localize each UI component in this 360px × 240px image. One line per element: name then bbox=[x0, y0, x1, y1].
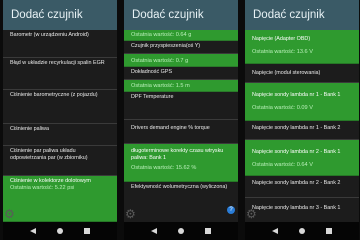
recent-apps-icon[interactable] bbox=[205, 228, 212, 234]
sensor-item-selected[interactable]: Ostatnia wartość: 0.7 g bbox=[124, 54, 238, 67]
sensor-label: Napięcie sondy lambda nr 1 - Bank 1 bbox=[252, 92, 341, 98]
sensor-item[interactable]: Czujnik przyspieszenia(oś Y) bbox=[124, 41, 238, 54]
sensor-label: Napięcie sondy lambda nr 2 - Bank 2 bbox=[252, 180, 341, 186]
screen-2: Dodać czujnik Ostatnia wartość: 0.64 g C… bbox=[124, 0, 238, 240]
sensor-label: Błąd w układzie recyrkulacji spalin EGR bbox=[10, 60, 105, 66]
sensor-last-value: Ostatnia wartość: 13.6 V bbox=[252, 48, 313, 55]
sensor-item[interactable]: Napięcie (moduł sterowania) bbox=[245, 64, 359, 83]
sensor-item[interactable]: Błąd w układzie recyrkulacji spalin EGR bbox=[3, 58, 117, 90]
sensor-last-value: Ostatnia wartość: 0.64 g bbox=[131, 32, 192, 38]
sensor-label: Efektywność wolumetryczna (wyliczona) bbox=[131, 184, 228, 190]
screen-1: Dodać czujnik Barometr (w urządzeniu And… bbox=[3, 0, 117, 240]
sensor-label: Napięcie (moduł sterowania) bbox=[252, 70, 321, 76]
sensor-list[interactable]: Ostatnia wartość: 0.64 g Czujnik przyspi… bbox=[124, 30, 238, 222]
sensor-item-selected[interactable]: Napięcie sondy lambda nr 2 - Bank 1 Osta… bbox=[245, 140, 359, 176]
sensor-last-value: Ostatnia wartość: 0.64 V bbox=[252, 161, 313, 168]
sensor-label: Ciśnienie w kolektorze dolotowym bbox=[10, 178, 91, 184]
gear-icon: ⚙ bbox=[125, 207, 136, 221]
home-icon[interactable] bbox=[177, 228, 184, 234]
android-nav-bar bbox=[245, 222, 359, 240]
android-nav-bar bbox=[124, 222, 238, 240]
sensor-item-selected[interactable]: Napięcie (Adapter OBD) Ostatnia wartość:… bbox=[245, 30, 359, 64]
sensor-label: Ciśnienie barometryczne (z pojazdu) bbox=[10, 92, 98, 98]
sensor-item[interactable]: Napięcie sondy lambda nr 3 - Bank 1 bbox=[245, 198, 359, 222]
sensor-item-selected[interactable]: długoterminowe korekty czasu wtrysku pal… bbox=[124, 144, 238, 182]
app-bar: Dodać czujnik bbox=[124, 0, 238, 30]
sensor-item-selected[interactable]: Napięcie sondy lambda nr 1 - Bank 1 Osta… bbox=[245, 83, 359, 121]
sensor-label: Napięcie (Adapter OBD) bbox=[252, 36, 311, 42]
sensor-last-value: Ostatnia wartość: 15.62 % bbox=[131, 164, 197, 171]
sensor-last-value: Ostatnia wartość: 0.7 g bbox=[131, 58, 189, 64]
recent-apps-icon[interactable] bbox=[84, 228, 91, 234]
home-icon[interactable] bbox=[56, 228, 63, 234]
back-icon[interactable] bbox=[271, 228, 278, 234]
gear-icon: ⚙ bbox=[4, 207, 15, 221]
sensor-last-value: Ostatnia wartość: 1.5 m bbox=[131, 83, 190, 89]
sensor-item[interactable]: Efektywność wolumetryczna (wyliczona) bbox=[124, 182, 238, 202]
sensor-last-value: Ostatnia wartość: 5.22 psi bbox=[10, 184, 75, 191]
sensor-label: długoterminowe korekty czasu wtrysku pal… bbox=[131, 148, 224, 161]
sensor-list[interactable]: Napięcie (Adapter OBD) Ostatnia wartość:… bbox=[245, 30, 359, 222]
sensor-label: Napięcie sondy lambda nr 3 - Bank 1 bbox=[252, 205, 341, 211]
sensor-item-selected[interactable]: Ostatnia wartość: 1.5 m bbox=[124, 80, 238, 92]
sensor-last-value: Ostatnia wartość: 0.09 V bbox=[252, 104, 313, 111]
sensor-item[interactable]: DPF Temperature bbox=[124, 92, 238, 120]
android-nav-bar bbox=[3, 222, 117, 240]
sensor-item[interactable]: Dokładność GPS bbox=[124, 67, 238, 80]
app-title: Dodać czujnik bbox=[132, 9, 204, 21]
app-bar: Dodać czujnik bbox=[245, 0, 359, 30]
sensor-item[interactable]: Ciśnienie par paliwa układu odpowietrzan… bbox=[3, 146, 117, 176]
app-title: Dodać czujnik bbox=[11, 9, 83, 21]
sensor-label: DPF Temperature bbox=[131, 94, 174, 100]
sensor-label: Ciśnienie par paliwa układu odpowietrzan… bbox=[10, 148, 88, 161]
screen-3: Dodać czujnik Napięcie (Adapter OBD) Ost… bbox=[245, 0, 359, 240]
gear-icon: ⚙ bbox=[246, 207, 257, 221]
sensor-item[interactable]: Napięcie sondy lambda nr 1 - Bank 2 bbox=[245, 121, 359, 140]
back-icon[interactable] bbox=[29, 228, 36, 234]
sensor-list[interactable]: Barometr (w urządzeniu Android) Błąd w u… bbox=[3, 30, 117, 222]
back-icon[interactable] bbox=[150, 228, 157, 234]
sensor-label: Ciśnienie paliwa bbox=[10, 126, 49, 132]
sensor-label: Barometr (w urządzeniu Android) bbox=[10, 32, 89, 38]
sensor-label: Drivers demand engine % torque bbox=[131, 125, 210, 131]
app-bar: Dodać czujnik bbox=[3, 0, 117, 30]
sensor-item[interactable]: Ciśnienie barometryczne (z pojazdu) bbox=[3, 90, 117, 124]
sensor-label: Dokładność GPS bbox=[131, 69, 173, 75]
sensor-item-selected[interactable]: Ciśnienie w kolektorze dolotowym Ostatni… bbox=[3, 176, 117, 222]
sensor-item-selected[interactable]: Ostatnia wartość: 0.64 g bbox=[124, 30, 238, 41]
help-icon[interactable]: ? bbox=[227, 206, 235, 214]
app-title: Dodać czujnik bbox=[253, 9, 325, 21]
sensor-label: Napięcie sondy lambda nr 1 - Bank 2 bbox=[252, 125, 341, 131]
sensor-item[interactable]: Ciśnienie paliwa bbox=[3, 124, 117, 146]
sensor-label: Czujnik przyspieszenia(oś Y) bbox=[131, 43, 201, 49]
sensor-item[interactable]: Drivers demand engine % torque bbox=[124, 120, 238, 144]
home-icon[interactable] bbox=[298, 228, 305, 234]
sensor-item[interactable]: Barometr (w urządzeniu Android) bbox=[3, 30, 117, 58]
sensor-label: Napięcie sondy lambda nr 2 - Bank 1 bbox=[252, 149, 341, 155]
sensor-item[interactable]: Napięcie sondy lambda nr 2 - Bank 2 bbox=[245, 176, 359, 198]
recent-apps-icon[interactable] bbox=[326, 228, 333, 234]
